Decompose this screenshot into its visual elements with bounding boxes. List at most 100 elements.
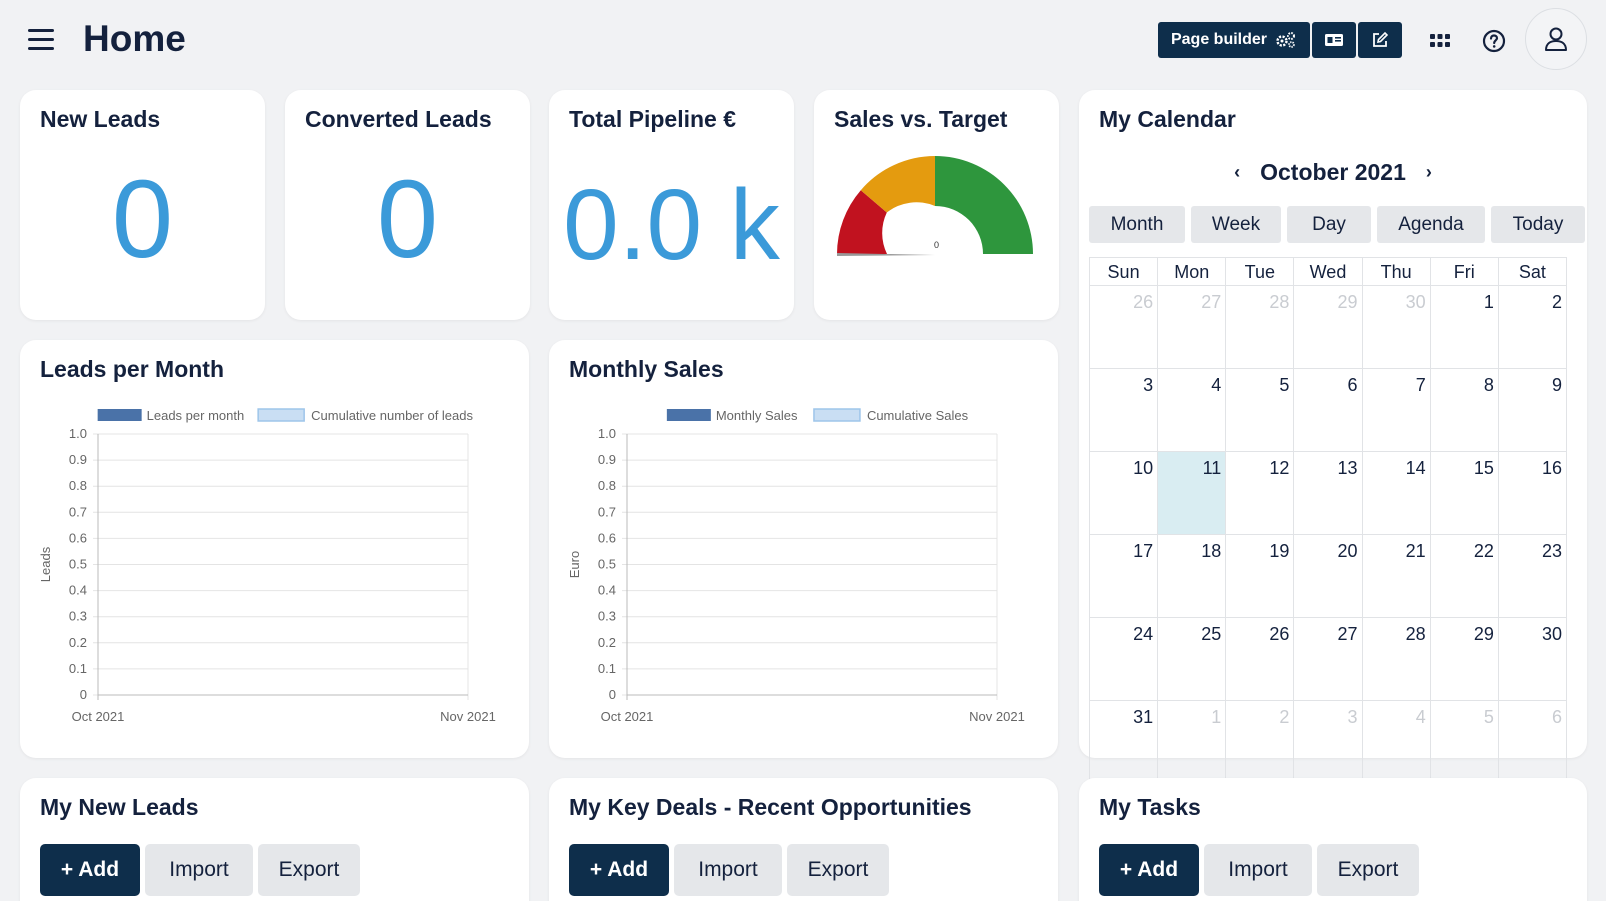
calendar-day[interactable]: 29 (1294, 286, 1363, 369)
weekday-label: Mon (1158, 258, 1227, 286)
edit-icon (1373, 31, 1389, 47)
card-title: My Calendar (1099, 106, 1236, 132)
my-tasks-card: My Tasks + Add Import Export (1079, 778, 1587, 901)
calendar-day[interactable]: 13 (1294, 452, 1363, 535)
calendar-day-today[interactable]: 11 (1158, 452, 1227, 535)
calendar-day[interactable]: 1 (1158, 701, 1227, 784)
calendar-day[interactable]: 10 (1090, 452, 1159, 535)
view-week-button[interactable]: Week (1191, 206, 1281, 243)
calendar-day[interactable]: 27 (1158, 286, 1227, 369)
legend-swatch-series-1 (97, 409, 142, 421)
apps-grid-button[interactable] (1425, 26, 1455, 56)
calendar-week-row: 3456789 (1090, 369, 1567, 452)
total-pipeline-card[interactable]: Total Pipeline € 0.0 k (549, 90, 794, 320)
add-deal-button[interactable]: + Add (569, 844, 669, 896)
calendar-day[interactable]: 8 (1430, 369, 1499, 452)
calendar-day[interactable]: 15 (1430, 452, 1499, 535)
add-lead-button[interactable]: + Add (40, 844, 140, 896)
import-tasks-button[interactable]: Import (1204, 844, 1312, 896)
legend-swatch-series-1 (666, 409, 711, 421)
y-tick-label: 0.8 (598, 478, 616, 493)
total-pipeline-value: 0.0 k (563, 169, 780, 281)
calendar-day[interactable]: 27 (1294, 618, 1363, 701)
calendar-day[interactable]: 4 (1362, 701, 1431, 784)
prev-month-button[interactable]: ‹ (1234, 162, 1240, 183)
calendar-day[interactable]: 7 (1362, 369, 1431, 452)
calendar-day[interactable]: 9 (1498, 369, 1567, 452)
calendar-day[interactable]: 5 (1226, 369, 1295, 452)
monthly-sales-chart: Monthly Sales Cumulative Sales 1.0 0.9 0.8 0.… (567, 408, 1025, 724)
calendar-day[interactable]: 4 (1158, 369, 1227, 452)
calendar-day[interactable]: 2 (1498, 286, 1567, 369)
card-title: My Key Deals - Recent Opportunities (569, 794, 972, 820)
calendar-day[interactable]: 26 (1226, 618, 1295, 701)
edit-button[interactable] (1358, 22, 1402, 58)
new-leads-card[interactable]: New Leads 0 (20, 90, 265, 320)
export-tasks-button[interactable]: Export (1317, 844, 1419, 896)
calendar-day[interactable]: 6 (1294, 369, 1363, 452)
header: Home Page builder (0, 0, 1606, 82)
calendar-day[interactable]: 21 (1362, 535, 1431, 618)
export-leads-button[interactable]: Export (258, 844, 360, 896)
monthly-sales-card: Monthly Sales Monthly Sales Cumulative Sa… (549, 340, 1058, 758)
calendar-day[interactable]: 28 (1226, 286, 1295, 369)
page-builder-toolbar: Page builder (1158, 22, 1402, 58)
calendar-day[interactable]: 5 (1430, 701, 1499, 784)
calendar-day[interactable]: 6 (1498, 701, 1567, 784)
calendar-day[interactable]: 20 (1294, 535, 1363, 618)
view-month-button[interactable]: Month (1089, 206, 1185, 243)
y-tick-label: 0.8 (69, 478, 87, 493)
calendar-day[interactable]: 17 (1090, 535, 1159, 618)
view-agenda-button[interactable]: Agenda (1377, 206, 1485, 243)
y-tick-label: 0 (609, 687, 616, 702)
calendar-day[interactable]: 24 (1090, 618, 1159, 701)
button-row: + Add Import Export (569, 844, 889, 896)
next-month-button[interactable]: › (1426, 162, 1432, 183)
today-button[interactable]: Today (1491, 206, 1585, 243)
id-card-button[interactable] (1312, 22, 1356, 58)
calendar-day[interactable]: 12 (1226, 452, 1295, 535)
calendar-week-row: 10 11 12 13 14 15 16 (1090, 452, 1567, 535)
y-tick-label: 0.4 (69, 583, 87, 598)
calendar-day[interactable]: 23 (1498, 535, 1567, 618)
add-task-button[interactable]: + Add (1099, 844, 1199, 896)
y-tick-label: 1.0 (69, 426, 87, 441)
page-builder-button[interactable]: Page builder (1158, 22, 1310, 58)
calendar-day[interactable]: 28 (1362, 618, 1431, 701)
help-button[interactable] (1479, 26, 1509, 56)
calendar-day[interactable]: 3 (1090, 369, 1159, 452)
calendar-day[interactable]: 31 (1090, 701, 1159, 784)
card-title: My New Leads (40, 794, 199, 820)
weekday-label: Wed (1294, 258, 1363, 286)
export-deals-button[interactable]: Export (787, 844, 889, 896)
calendar-day[interactable]: 25 (1158, 618, 1227, 701)
y-tick-label: 0.9 (69, 452, 87, 467)
button-row: + Add Import Export (40, 844, 360, 896)
calendar-day[interactable]: 14 (1362, 452, 1431, 535)
calendar-day[interactable]: 19 (1226, 535, 1295, 618)
calendar-day[interactable]: 29 (1430, 618, 1499, 701)
calendar-day[interactable]: 26 (1090, 286, 1159, 369)
sales-vs-target-card[interactable]: Sales vs. Target 0 (814, 90, 1059, 320)
weekday-label: Fri (1430, 258, 1499, 286)
hamburger-menu-icon[interactable] (28, 29, 54, 51)
calendar-day[interactable]: 16 (1498, 452, 1567, 535)
view-day-button[interactable]: Day (1287, 206, 1371, 243)
y-tick-label: 0.2 (598, 635, 616, 650)
user-menu-button[interactable] (1525, 8, 1587, 70)
legend-label: Leads per month (147, 408, 245, 423)
calendar-day[interactable]: 22 (1430, 535, 1499, 618)
converted-leads-card[interactable]: Converted Leads 0 (285, 90, 530, 320)
calendar-day[interactable]: 3 (1294, 701, 1363, 784)
my-key-deals-card: My Key Deals - Recent Opportunities + Ad… (549, 778, 1058, 901)
calendar-day[interactable]: 1 (1430, 286, 1499, 369)
import-deals-button[interactable]: Import (674, 844, 782, 896)
calendar-day[interactable]: 30 (1498, 618, 1567, 701)
chart-title: Monthly Sales (569, 356, 724, 382)
calendar-day[interactable]: 2 (1226, 701, 1295, 784)
calendar-day[interactable]: 30 (1362, 286, 1431, 369)
y-tick-label: 0.7 (69, 504, 87, 519)
import-leads-button[interactable]: Import (145, 844, 253, 896)
y-tick-label: 0.3 (598, 609, 616, 624)
calendar-day[interactable]: 18 (1158, 535, 1227, 618)
